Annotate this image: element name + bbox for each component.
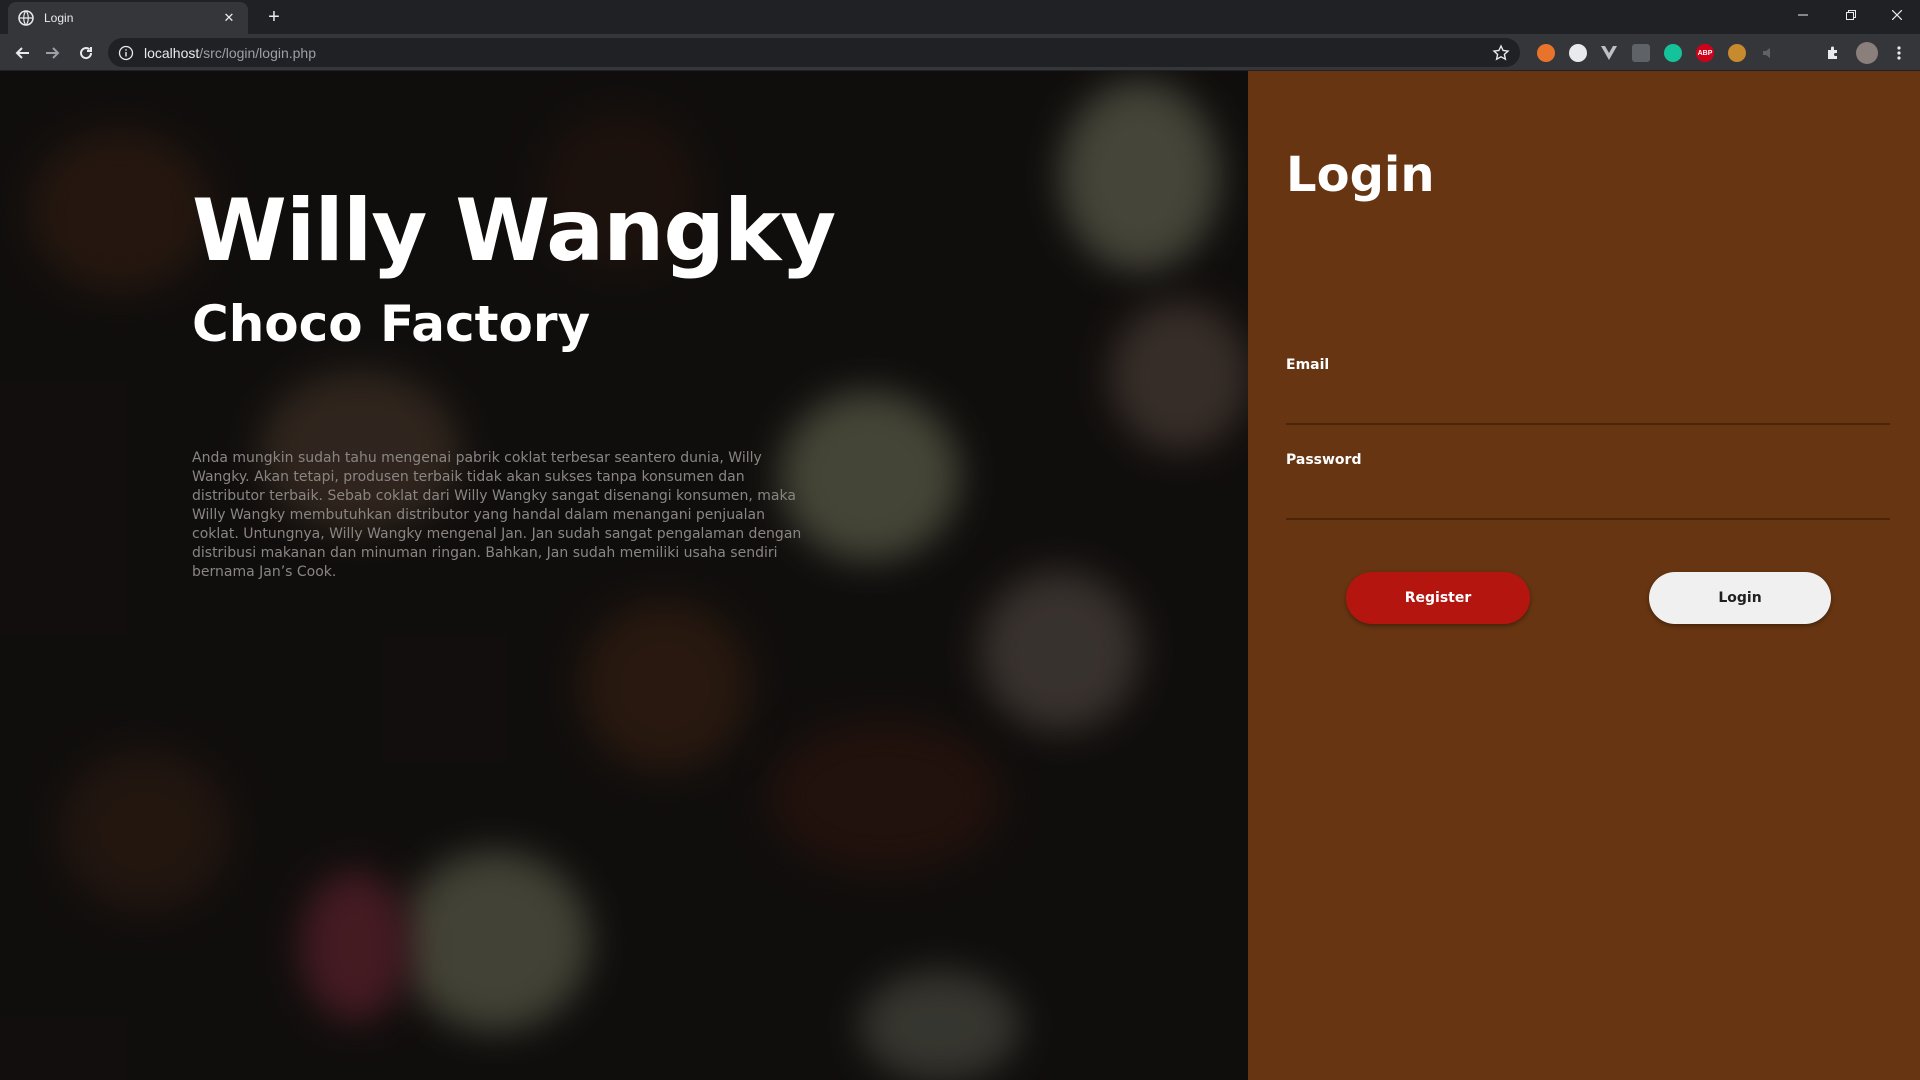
globe-icon xyxy=(18,10,34,26)
back-arrow-icon[interactable] xyxy=(10,41,34,65)
adblock-plus-icon[interactable]: ABP xyxy=(1696,44,1714,62)
login-button[interactable]: Login xyxy=(1649,572,1831,624)
email-label: Email xyxy=(1286,357,1330,373)
circle-icon[interactable] xyxy=(1569,44,1587,62)
browser-toolbar: localhost/src/login/login.php ABP xyxy=(0,34,1920,71)
puzzle-icon[interactable] xyxy=(1824,44,1842,62)
screen-icon[interactable] xyxy=(1632,44,1650,62)
register-button[interactable]: Register xyxy=(1346,572,1530,624)
sound-icon[interactable] xyxy=(1760,44,1778,62)
more-menu-icon[interactable] xyxy=(1890,44,1908,62)
hero-subtitle: Choco Factory xyxy=(192,295,591,353)
grammarly-icon[interactable] xyxy=(1664,44,1682,62)
vue-devtools-icon[interactable] xyxy=(1600,44,1618,62)
hero-section: Willy Wangky Choco Factory Anda mungkin … xyxy=(0,71,1248,1080)
reload-icon[interactable] xyxy=(74,41,98,65)
browser-tab[interactable]: Login ✕ xyxy=(8,2,248,34)
hero-title: Willy Wangky xyxy=(192,181,836,281)
login-heading: Login xyxy=(1286,147,1435,203)
profile-avatar-icon[interactable] xyxy=(1856,42,1878,64)
password-label: Password xyxy=(1286,452,1362,468)
password-field[interactable] xyxy=(1286,490,1890,520)
restore-icon[interactable] xyxy=(1828,0,1874,30)
tab-title: Login xyxy=(44,11,74,25)
hero-description: Anda mungkin sudah tahu mengenai pabrik … xyxy=(192,450,802,580)
new-tab-button[interactable]: + xyxy=(262,6,286,30)
forward-arrow-icon[interactable] xyxy=(41,41,65,65)
close-tab-icon[interactable]: ✕ xyxy=(220,10,238,26)
metamask-icon[interactable] xyxy=(1537,44,1555,62)
minimize-icon[interactable] xyxy=(1780,0,1826,30)
close-window-icon[interactable] xyxy=(1874,0,1920,30)
login-panel: Login Email Password Register Login xyxy=(1248,71,1920,1080)
email-field[interactable] xyxy=(1286,395,1890,425)
url-host: localhost xyxy=(144,44,200,61)
bookmark-star-icon[interactable] xyxy=(1492,44,1510,62)
address-bar[interactable]: localhost/src/login/login.php xyxy=(108,38,1520,67)
url-path: /src/login/login.php xyxy=(199,44,317,61)
wappalyzer-icon[interactable] xyxy=(1728,44,1746,62)
browser-tab-strip: Login ✕ + xyxy=(0,0,1920,34)
info-icon[interactable] xyxy=(118,45,134,61)
page-content: Willy Wangky Choco Factory Anda mungkin … xyxy=(0,71,1920,1080)
